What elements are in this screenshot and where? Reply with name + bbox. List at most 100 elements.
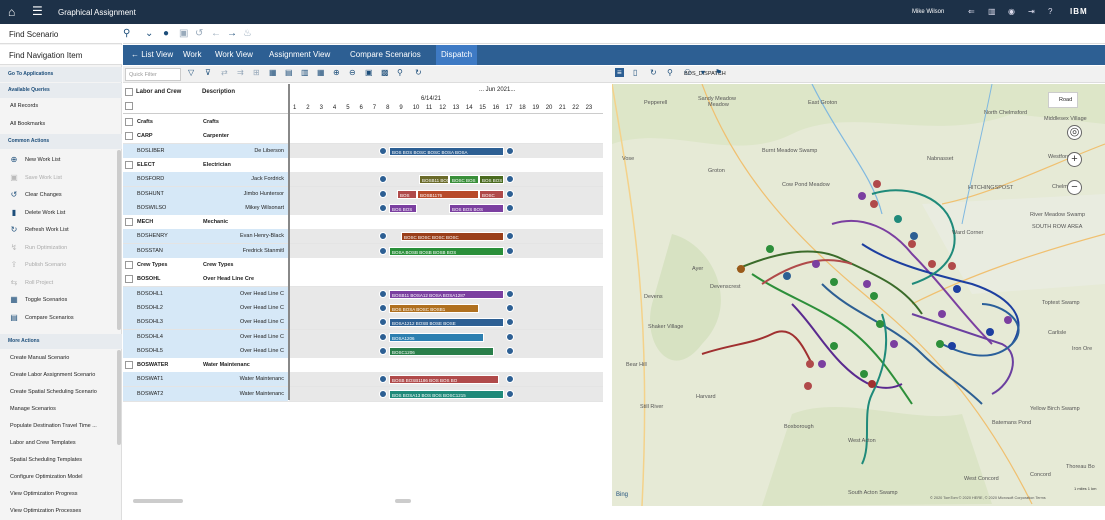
work-order-bar[interactable]: BOS BOS BOS — [449, 203, 504, 213]
tab-assignment-view[interactable]: Assignment View — [269, 50, 330, 59]
action-compare-scenarios[interactable]: ▤ Compare Scenarios — [0, 310, 117, 328]
table-row[interactable]: BOSOHL2 Over Head Line C BOS BOSA BOSC BOS… — [123, 300, 603, 316]
view-icon[interactable]: ▥ — [301, 68, 309, 77]
col-description[interactable]: Description — [202, 89, 235, 95]
work-order-bar[interactable]: BOS BOS — [479, 175, 504, 185]
more-action-item[interactable]: Create Spatial Scheduling Scenario — [0, 384, 117, 401]
table-row[interactable]: BOSHUNT Jimbo Huntersor BOS BOSB1176 BOSC — [123, 186, 603, 202]
route-end-marker[interactable] — [506, 146, 514, 155]
actions-scrollbar[interactable] — [117, 150, 121, 330]
tab-dispatch[interactable]: Dispatch — [436, 45, 478, 65]
action-clear-changes[interactable]: ↺ Clear Changes — [0, 187, 117, 205]
more-actions-header[interactable]: More Actions — [0, 334, 122, 349]
table-row[interactable]: BOSOHL3 Over Head Line C BOSA1212 BOSB BOS… — [123, 315, 603, 331]
work-order-bar[interactable]: BOSC BOSC BOSC BOSC — [401, 232, 504, 242]
route-start-marker[interactable] — [379, 389, 387, 398]
forward-arrow-icon[interactable]: → — [227, 28, 237, 39]
route-end-marker[interactable] — [506, 332, 514, 341]
work-order-bar[interactable]: BOSA1206 — [389, 332, 484, 342]
menu-icon[interactable]: ☰ — [32, 4, 43, 18]
work-order-bar[interactable]: BOS BOSA BOSC BOSB1 — [389, 303, 479, 313]
work-order-bar[interactable]: BOSA BOSB BOSB BOSB BOS — [389, 246, 504, 256]
action-delete-work-list[interactable]: ▮ Delete Work List — [0, 205, 117, 223]
tab-compare-scenarios[interactable]: Compare Scenarios — [350, 50, 421, 59]
search-icon[interactable]: ⚲ — [123, 28, 130, 39]
more-action-item[interactable]: View Optimization Progress — [0, 486, 117, 503]
table-icon[interactable]: ▦ — [317, 68, 325, 77]
reports-icon[interactable]: ▥ — [988, 7, 996, 16]
pin-icon[interactable]: ⚲ — [667, 68, 673, 77]
work-order-bar[interactable]: BOSC — [479, 189, 504, 199]
find-navigation-field[interactable]: Find Navigation Item — [0, 45, 122, 65]
tab-work[interactable]: Work — [183, 50, 202, 59]
find-scenario-field[interactable]: Find Scenario — [0, 24, 122, 44]
action-toggle-scenarios[interactable]: ▦ Toggle Scenarios — [0, 292, 117, 310]
action-run-optimization[interactable]: ↯ Run Optimization — [0, 240, 117, 258]
route-start-marker[interactable] — [379, 146, 387, 155]
help-icon[interactable]: ? — [1048, 7, 1052, 16]
zoom-in-icon[interactable]: ⊕ — [333, 68, 340, 77]
search-gantt-icon[interactable]: ⚲ — [397, 68, 403, 77]
work-order-bar[interactable]: BOS — [397, 189, 417, 199]
run-icon[interactable]: ♨ — [243, 28, 252, 39]
refresh-icon[interactable]: ↻ — [415, 68, 422, 77]
route-end-marker[interactable] — [506, 303, 514, 312]
tab-work-view[interactable]: Work View — [215, 50, 253, 59]
work-order-bar[interactable]: BOSB11 BOSA12 BOSA BOSA1287 — [389, 289, 504, 299]
logout-icon[interactable]: ⇥ — [1028, 7, 1035, 16]
quick-filter-input[interactable]: Quick Filter — [125, 68, 181, 81]
route-end-marker[interactable] — [506, 175, 514, 184]
assign-icon[interactable]: ⇄ — [221, 68, 228, 77]
table-row[interactable]: BOSOHL Over Head Line Cre — [123, 272, 603, 288]
route-start-marker[interactable] — [379, 303, 387, 312]
work-order-bar[interactable]: BOSC1206 — [389, 346, 494, 356]
more-action-item[interactable]: Spatial Scheduling Templates — [0, 452, 117, 469]
query-all-records[interactable]: All Records — [0, 98, 117, 115]
document-icon[interactable]: ▯ — [633, 68, 637, 77]
split-icon[interactable]: ⊞ — [253, 68, 260, 77]
clear-filter-icon[interactable]: ⊽ — [205, 68, 211, 77]
route-end-marker[interactable] — [506, 318, 514, 327]
route-end-marker[interactable] — [506, 389, 514, 398]
notification-icon[interactable]: ⇐ — [968, 7, 975, 16]
work-order-bar[interactable]: BOS BOS — [389, 203, 417, 213]
route-end-marker[interactable] — [506, 189, 514, 198]
route-end-marker[interactable] — [506, 203, 514, 212]
col-labor-crew[interactable]: Labor and Crew — [136, 89, 181, 95]
map-refresh-icon[interactable]: ↻ — [650, 68, 657, 77]
grid-splitter[interactable] — [288, 84, 290, 400]
route-end-marker[interactable] — [506, 246, 514, 255]
more-action-item[interactable]: Create Manual Scenario — [0, 350, 117, 367]
action-publish-scenario[interactable]: ⇪ Publish Scenario — [0, 257, 117, 275]
route-end-marker[interactable] — [506, 375, 514, 384]
work-order-bar[interactable]: BOS BOS BOSC BOSC BOSA BOSA — [389, 146, 504, 156]
route-start-marker[interactable] — [379, 332, 387, 341]
route-start-marker[interactable] — [379, 232, 387, 241]
more-action-item[interactable]: View Optimization Processes — [0, 503, 117, 520]
table-row[interactable]: BOSWILSO Mikey Wilsonart BOS BOS BOS BOS BO… — [123, 200, 603, 216]
action-roll-project[interactable]: ⇆ Roll Project — [0, 275, 117, 293]
gantt-hscroll-thumb[interactable] — [395, 499, 411, 503]
action-new-work-list[interactable]: ⊕ New Work List — [0, 152, 117, 170]
table-row[interactable]: Crew Types Crew Types — [123, 258, 603, 273]
available-queries-header[interactable]: Available Queries — [0, 83, 122, 98]
more-action-item[interactable]: Manage Scenarios — [0, 401, 117, 418]
dropdown-icon[interactable]: ▾ — [701, 68, 705, 77]
table-row[interactable]: Crafts Crafts — [123, 115, 603, 130]
route-start-marker[interactable] — [379, 175, 387, 184]
home-icon[interactable]: ⌂ — [8, 5, 15, 19]
route-start-marker[interactable] — [379, 203, 387, 212]
user-name[interactable]: Mike Wilson — [912, 9, 944, 15]
row-checkbox-header[interactable] — [125, 102, 133, 110]
chevron-down-icon[interactable]: ⌄ — [145, 28, 153, 39]
work-order-bar[interactable]: BOSC BOS — [449, 175, 479, 185]
horizontal-scrollbars[interactable] — [123, 497, 613, 504]
back-arrow-icon[interactable]: ← — [211, 28, 221, 39]
more-action-item[interactable]: Create Labor Assignment Scenario — [0, 367, 117, 384]
more-actions-scrollbar[interactable] — [117, 350, 121, 445]
table-row[interactable]: BOSFORD Jack Fordrick BOSB11 BOS BOSC BOS BO… — [123, 172, 603, 188]
go-to-apps[interactable]: Go To Applications — [0, 67, 122, 82]
select-all-checkbox[interactable] — [125, 88, 133, 96]
more-action-item[interactable]: Configure Optimization Model — [0, 469, 117, 486]
route-start-marker[interactable] — [379, 318, 387, 327]
